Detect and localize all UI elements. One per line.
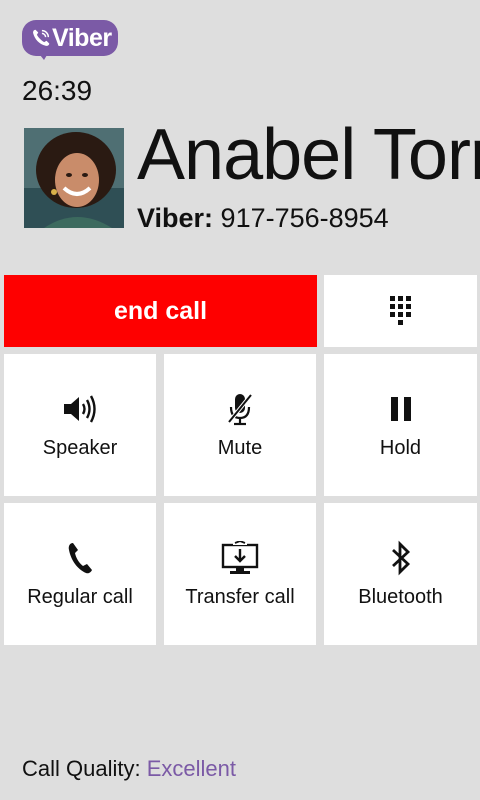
phone-bubble-icon [33,29,50,46]
call-timer: 26:39 [22,75,93,106]
hold-button[interactable]: Hold [324,354,477,496]
call-quality-label: Call Quality: [22,756,141,781]
speaker-button[interactable]: Speaker [4,354,156,496]
speaker-icon [64,394,96,423]
pause-icon [390,396,411,421]
bluetooth-label: Bluetooth [358,585,443,608]
phone-handset-icon [68,542,92,573]
contact-avatar [24,128,124,228]
speaker-label: Speaker [42,436,118,459]
transfer-call-button[interactable]: Transfer call [164,503,316,645]
phone-number: 917-756-8954 [220,203,389,233]
regular-call-button[interactable]: Regular call [4,503,156,645]
hold-label: Hold [379,436,422,459]
keypad-icon [389,296,411,325]
regular-call-label: Regular call [27,585,133,608]
contact-number: Viber: 917-756-8954 [137,200,389,236]
bluetooth-icon [391,540,410,575]
logo-text: Viber [52,24,112,52]
end-call-button[interactable]: end call [4,275,317,347]
microphone-muted-icon [227,393,253,425]
call-quality-value: Excellent [146,756,236,781]
keypad-button[interactable] [324,275,477,347]
contact-name: Anabel Torr [137,115,480,195]
viber-logo: Viber [22,20,118,60]
end-call-label: end call [113,296,208,325]
number-source-label: Viber: [137,203,214,233]
mute-button[interactable]: Mute [164,354,316,496]
transfer-to-desktop-icon [221,540,259,574]
bluetooth-button[interactable]: Bluetooth [324,503,477,645]
call-quality: Call Quality: Excellent [22,754,236,784]
transfer-call-label: Transfer call [185,585,295,608]
mute-label: Mute [217,436,263,459]
